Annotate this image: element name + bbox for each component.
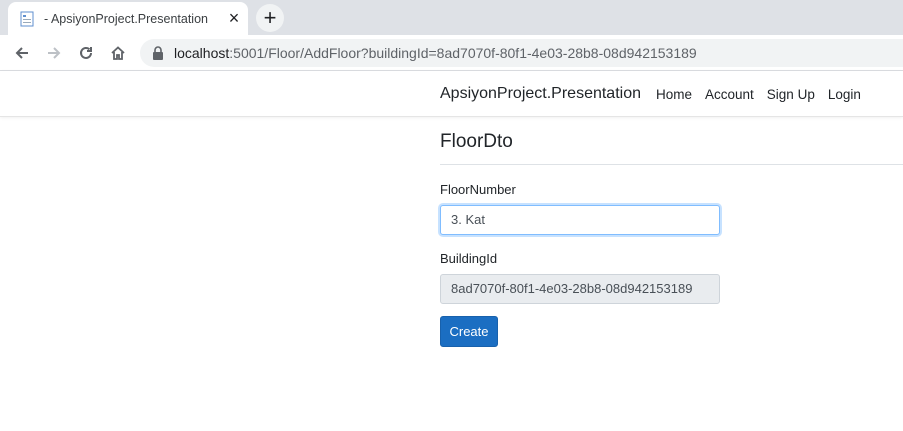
create-button[interactable]: Create bbox=[440, 316, 498, 347]
nav-link-login[interactable]: Login bbox=[828, 87, 861, 102]
arrow-left-icon[interactable] bbox=[8, 39, 36, 67]
browser-tab-strip: - ApsiyonProject.Presentation × + bbox=[0, 0, 903, 35]
reload-icon[interactable] bbox=[72, 39, 100, 67]
nav-link-sign-up[interactable]: Sign Up bbox=[767, 87, 815, 102]
tab-title: - ApsiyonProject.Presentation bbox=[44, 12, 208, 26]
app-navbar: ApsiyonProject.Presentation Home Account… bbox=[0, 71, 903, 117]
floor-number-input[interactable]: 3. Kat bbox=[440, 205, 720, 235]
navbar-links: Home Account Sign Up Login bbox=[656, 87, 874, 102]
browser-tab[interactable]: - ApsiyonProject.Presentation × bbox=[8, 2, 248, 35]
url-text[interactable]: localhost:5001/Floor/AddFloor?buildingId… bbox=[174, 45, 697, 62]
plus-icon[interactable]: + bbox=[256, 4, 284, 32]
close-icon[interactable]: × bbox=[224, 8, 244, 28]
navbar-brand[interactable]: ApsiyonProject.Presentation bbox=[440, 85, 641, 103]
lock-icon[interactable] bbox=[152, 46, 164, 60]
building-id-input[interactable]: 8ad7070f-80f1-4e03-28b8-08d942153189 bbox=[440, 274, 720, 304]
home-icon[interactable] bbox=[104, 39, 132, 67]
url-host: localhost bbox=[174, 45, 230, 61]
arrow-right-icon[interactable] bbox=[40, 39, 68, 67]
url-path: :5001/Floor/AddFloor?buildingId=8ad7070f… bbox=[229, 45, 697, 61]
building-id-label: BuildingId bbox=[440, 251, 498, 266]
divider bbox=[440, 164, 903, 165]
page-icon bbox=[20, 11, 34, 27]
nav-link-account[interactable]: Account bbox=[705, 87, 754, 102]
floor-number-label: FloorNumber bbox=[440, 182, 516, 197]
nav-link-home[interactable]: Home bbox=[656, 87, 692, 102]
address-bar[interactable]: localhost:5001/Floor/AddFloor?buildingId… bbox=[140, 39, 903, 67]
browser-toolbar: localhost:5001/Floor/AddFloor?buildingId… bbox=[0, 35, 903, 71]
page-title: FloorDto bbox=[440, 131, 513, 152]
